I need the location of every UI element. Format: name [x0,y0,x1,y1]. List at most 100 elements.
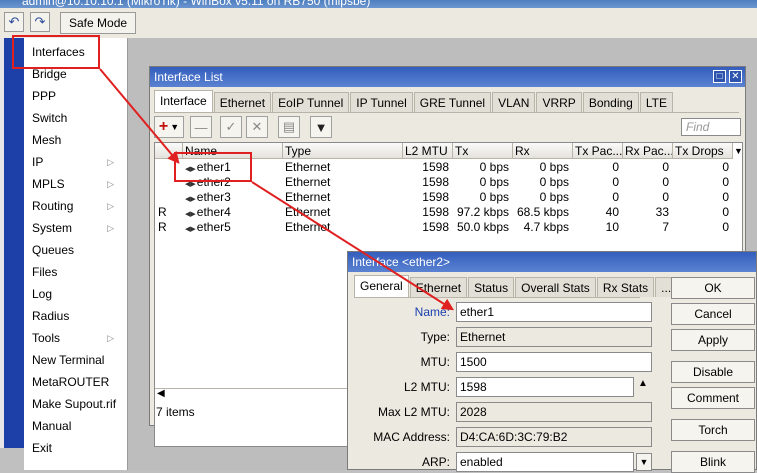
sidebar-item-radius[interactable]: Radius [32,307,122,325]
add-icon[interactable]: + ▼ [154,116,184,138]
name-input[interactable]: ether1 [456,302,652,322]
list-tab-2[interactable]: EoIP Tunnel [272,92,350,112]
sidebar-item-tools[interactable]: Tools ▷ [32,329,122,347]
column-header[interactable]: Rx Pac... [623,143,673,159]
sidebar-item-label: MPLS [32,177,65,191]
cell-rxp: 7 [662,220,669,234]
column-header[interactable]: Type [283,143,403,159]
cell-type: Ethernet [285,160,331,174]
enable-icon[interactable]: ✓ [220,116,242,138]
sidebar-menu: Interfaces Bridge PPP Switch Mesh IP ▷ MPLS ▷ Rou… [24,38,128,470]
cell-l2mtu: 1598 [422,175,449,189]
cell-txp: 0 [612,190,619,204]
cell-txp: 0 [612,175,619,189]
safe-mode-button[interactable]: Safe Mode [60,12,137,34]
sidebar-item-log[interactable]: Log [32,285,122,303]
cell-txd: 0 [722,220,729,234]
sidebar-item-label: Make Supout.rif [32,397,117,411]
column-header[interactable]: Tx [453,143,513,159]
cell-type: Ethernet [285,175,331,189]
arp-label: ARP: [421,455,450,469]
sidebar-item-manual[interactable]: Manual [32,417,122,435]
cell-txd: 0 [722,205,729,219]
cell-rx: 0 bps [539,190,569,204]
cell-type: Ethernet [285,220,331,234]
cell-txd: 0 [722,175,729,189]
sidebar-item-ppp[interactable]: PPP [32,87,122,105]
scroll-left-icon[interactable]: ◀ [157,388,165,399]
sidebar-item-label: Switch [32,111,68,125]
cell-rxp: 0 [662,190,669,204]
maximize-icon[interactable]: □ [713,70,726,83]
collapse-up-icon[interactable]: ▲ [638,378,648,389]
ethernet-port-icon: ◀▶ [185,181,196,188]
undo-icon[interactable]: ↶ [4,12,24,32]
cancel-button[interactable]: Cancel [671,303,755,325]
sidebar-item-metarouter[interactable]: MetaROUTER [32,373,122,391]
list-tab-1[interactable]: Ethernet [213,92,272,112]
submenu-arrow-icon: ▷ [107,223,114,233]
arp-dropdown-icon[interactable]: ▼ [636,453,652,471]
sidebar-item-queues[interactable]: Queues [32,241,122,259]
redo-icon[interactable]: ↷ [30,12,50,32]
list-tab-8[interactable]: LTE [639,92,673,112]
annotation-box-interfaces [12,35,100,69]
cell-l2mtu: 1598 [422,190,449,204]
column-header[interactable]: L2 MTU [403,143,453,159]
comment-button[interactable]: Comment [671,387,755,409]
sidebar-item-make-supout-rif[interactable]: Make Supout.rif [32,395,122,413]
filter-icon[interactable]: ▼ [310,116,332,138]
cell-type: Ethernet [285,190,331,204]
disable-icon[interactable]: ✕ [246,116,268,138]
sidebar-item-new-terminal[interactable]: New Terminal [32,351,122,369]
table-row[interactable]: R ◀▶ether5 Ethernet 1598 50.0 kbps 4.7 kbps 10… [155,220,733,235]
cell-tx: 0 bps [479,190,509,204]
torch-button[interactable]: Torch [671,419,755,441]
comment-icon[interactable]: ▤ [278,116,300,138]
sidebar-item-system[interactable]: System ▷ [32,219,122,237]
column-header[interactable]: Rx [513,143,573,159]
disable-button[interactable]: Disable [671,361,755,383]
sidebar-item-routing[interactable]: Routing ▷ [32,197,122,215]
column-header[interactable]: Tx Pac... [573,143,623,159]
cell-flag: R [158,220,167,234]
max-l2mtu-value: 2028 [456,402,652,422]
column-menu-icon[interactable]: ▼ [733,143,744,159]
list-tab-6[interactable]: VRRP [536,92,582,112]
cell-flag: R [158,205,167,219]
list-tab-4[interactable]: GRE Tunnel [413,92,492,112]
ethernet-port-icon: ◀▶ [185,196,196,203]
cell-txd: 0 [722,190,729,204]
cell-rx: 68.5 kbps [516,205,569,219]
column-header[interactable]: Tx Drops [673,143,733,159]
sidebar-item-label: PPP [32,89,57,103]
cell-rxp: 0 [662,160,669,174]
sidebar-item-mesh[interactable]: Mesh [32,131,122,149]
sidebar-item-exit[interactable]: Exit [32,439,122,457]
table-row[interactable]: ◀▶ether3 Ethernet 1598 0 bps 0 bps 0 0 0 [155,190,733,205]
app-title: admin@10.10.10.1 (MikroTik) - WinBox v5.… [22,0,371,8]
item-count: 7 items [156,405,195,419]
find-input[interactable]: Find [681,118,741,136]
table-row[interactable]: R ◀▶ether4 Ethernet 1598 97.2 kbps 68.5 kbps 4… [155,205,733,220]
arp-select[interactable]: enabled [456,452,634,472]
interface-name: ether5 [196,220,231,234]
remove-icon[interactable]: — [190,116,212,138]
sidebar-item-mpls[interactable]: MPLS ▷ [32,175,122,193]
main-toolbar: ↶ ↷ Safe Mode [0,8,757,39]
cell-name: ◀▶ether3 [185,190,279,205]
list-tab-7[interactable]: Bonding [582,92,639,112]
ok-button[interactable]: OK [671,277,755,299]
mtu-input[interactable]: 1500 [456,352,652,372]
sidebar-item-files[interactable]: Files [32,263,122,281]
apply-button[interactable]: Apply [671,329,755,351]
sidebar-item-switch[interactable]: Switch [32,109,122,127]
list-tab-3[interactable]: IP Tunnel [350,92,413,112]
sidebar-item-ip[interactable]: IP ▷ [32,153,122,171]
close-icon[interactable]: ✕ [729,70,742,83]
type-label: Type: [420,330,450,344]
l2mtu-input[interactable]: 1598 [456,377,634,397]
list-tab-0[interactable]: Interface [154,90,213,112]
sidebar-item-label: New Terminal [32,353,105,367]
list-tab-5[interactable]: VLAN [492,92,536,112]
